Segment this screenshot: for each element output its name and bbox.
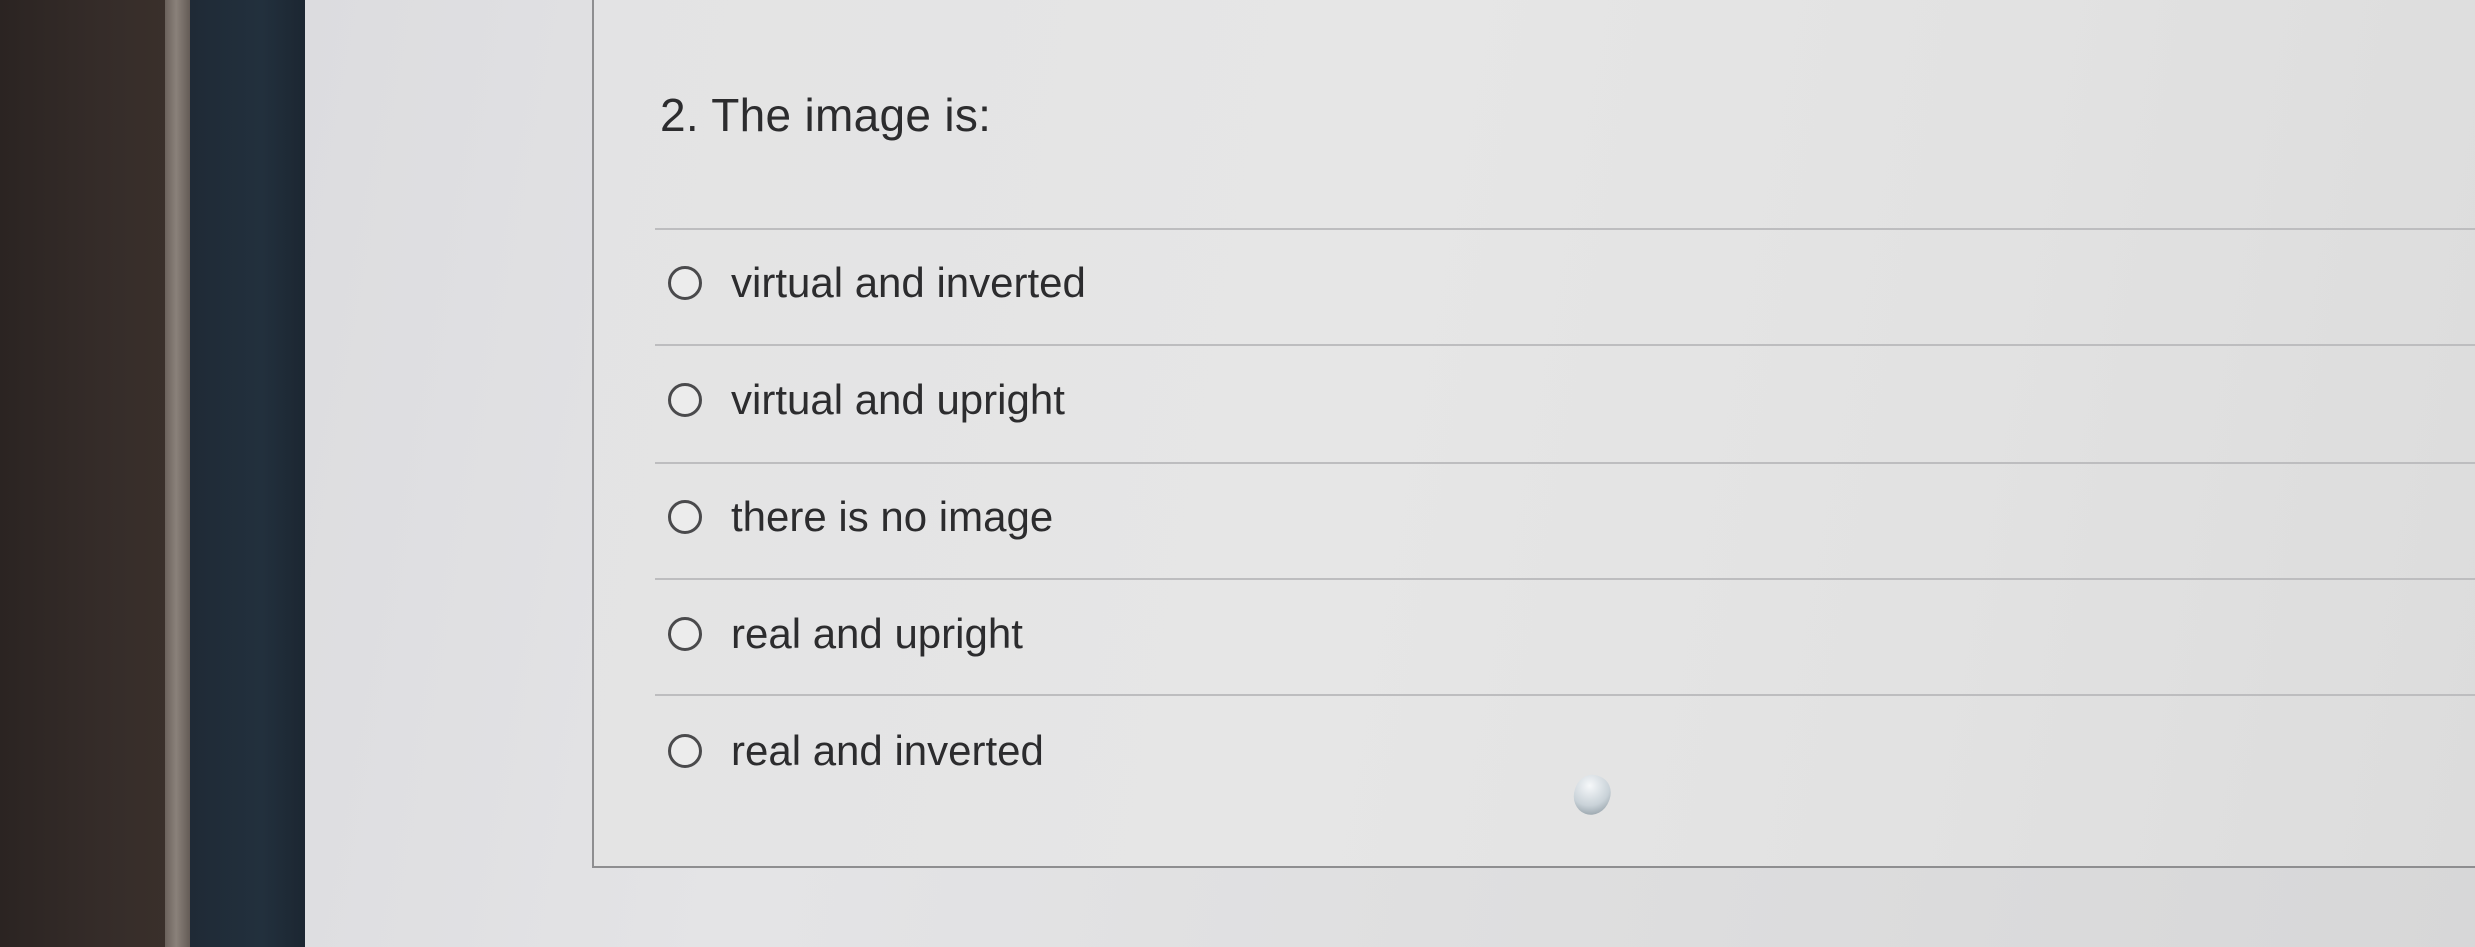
option-label: there is no image — [731, 493, 1054, 540]
dark-side-panel — [190, 0, 310, 947]
radio-unchecked-icon[interactable] — [668, 383, 702, 417]
option-label: real and upright — [731, 610, 1023, 657]
radio-unchecked-icon[interactable] — [668, 617, 702, 651]
radio-unchecked-icon[interactable] — [668, 734, 702, 768]
divider — [655, 344, 2475, 346]
option-virtual-and-inverted[interactable]: virtual and inverted — [668, 253, 1868, 313]
radio-unchecked-icon[interactable] — [668, 500, 702, 534]
divider — [655, 694, 2475, 696]
option-label: virtual and upright — [731, 376, 1065, 423]
monitor-bezel — [0, 0, 170, 947]
question-number: 2. — [660, 89, 699, 141]
option-there-is-no-image[interactable]: there is no image — [668, 487, 1868, 547]
question-title: 2. The image is: — [660, 88, 991, 142]
option-real-and-upright[interactable]: real and upright — [668, 604, 1868, 664]
divider — [655, 228, 2475, 230]
divider — [655, 462, 2475, 464]
radio-unchecked-icon[interactable] — [668, 266, 702, 300]
monitor-bezel-edge — [165, 0, 193, 947]
option-label: virtual and inverted — [731, 259, 1086, 306]
option-virtual-and-upright[interactable]: virtual and upright — [668, 370, 1868, 430]
option-label: real and inverted — [731, 727, 1044, 774]
option-real-and-inverted[interactable]: real and inverted — [668, 721, 1868, 781]
question-text: The image is: — [711, 89, 992, 141]
photo-scene: 2. The image is: virtual and inverted vi… — [0, 0, 2475, 947]
divider — [655, 578, 2475, 580]
